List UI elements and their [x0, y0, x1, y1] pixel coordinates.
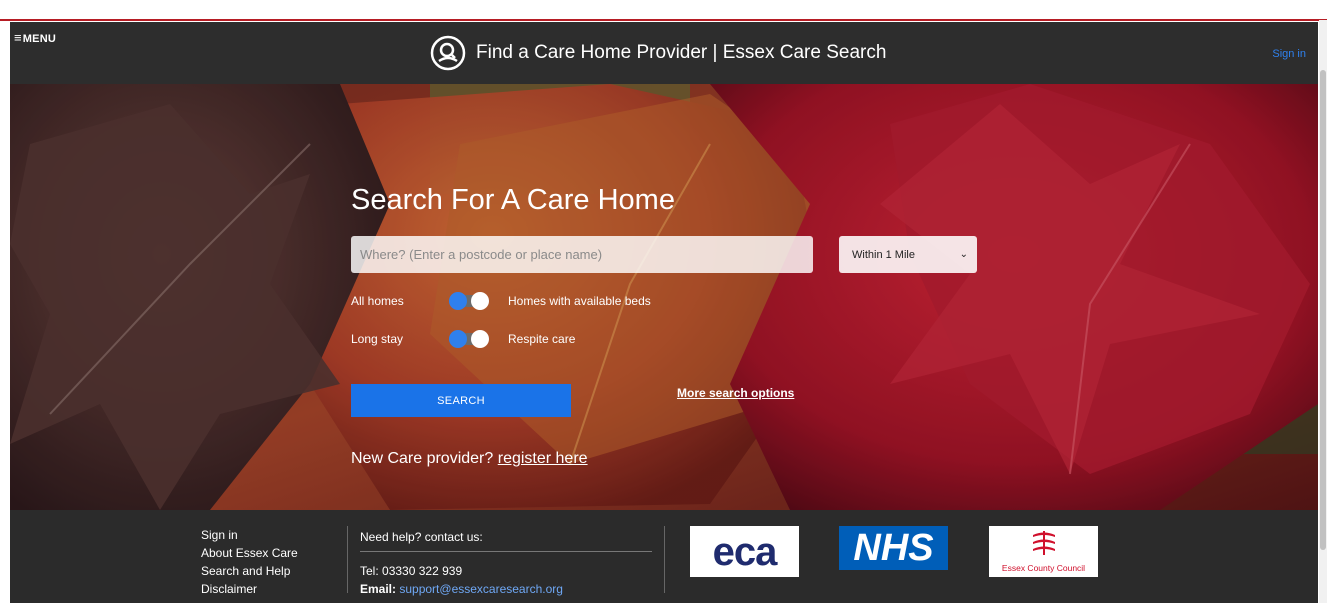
nhs-logo[interactable]: NHS: [839, 526, 948, 570]
respite-care-label: Respite care: [508, 332, 576, 346]
toggle-knob-left: [449, 292, 467, 310]
toggle-knob-right: [471, 330, 489, 348]
email-label: Email:: [360, 582, 397, 596]
page: ≡MENU Find a Care Home Provider | Essex …: [10, 22, 1318, 603]
top-bar: ≡MENU Find a Care Home Provider | Essex …: [10, 22, 1318, 84]
site-title: Find a Care Home Provider | Essex Care S…: [476, 42, 887, 63]
eca-logo-text: eca: [712, 529, 778, 574]
all-homes-label: All homes: [351, 294, 404, 308]
hamburger-icon: ≡: [14, 30, 22, 45]
radius-selected-value: Within 1 Mile: [852, 248, 915, 261]
new-provider-text: New Care provider?: [351, 450, 494, 467]
footer-divider: [664, 526, 665, 593]
browser-strip: [0, 0, 1327, 21]
site-brand[interactable]: Find a Care Home Provider | Essex Care S…: [430, 35, 886, 71]
new-provider-prompt: New Care provider? register here: [351, 450, 588, 468]
register-link[interactable]: register here: [498, 450, 588, 467]
nhs-logo-text: NHS: [853, 527, 934, 569]
more-search-options-link[interactable]: More search options: [677, 386, 794, 400]
footer-link-search-help[interactable]: Search and Help: [201, 562, 298, 580]
search-button[interactable]: SEARCH: [351, 384, 571, 417]
long-stay-label: Long stay: [351, 332, 404, 346]
availability-toggle-row: All homes Homes with available beds: [351, 291, 651, 311]
essex-seaxes-icon: [1032, 531, 1055, 555]
menu-label: MENU: [22, 33, 56, 45]
help-heading: Need help? contact us:: [360, 530, 483, 544]
availability-toggle[interactable]: [449, 292, 489, 310]
chevron-down-icon: ⌄: [959, 249, 968, 260]
footer-link-disclaimer[interactable]: Disclaimer: [201, 580, 298, 598]
support-email-link[interactable]: support@essexcaresearch.org: [399, 582, 563, 596]
scrollbar-thumb[interactable]: [1320, 70, 1326, 550]
available-beds-label: Homes with available beds: [508, 294, 651, 308]
stay-type-toggle[interactable]: [449, 330, 489, 348]
footer-divider: [347, 526, 348, 593]
signin-link[interactable]: Sign in: [1272, 48, 1306, 60]
location-search-input[interactable]: [351, 236, 813, 273]
telephone-line: Tel: 03330 322 939: [360, 564, 462, 578]
essex-county-council-logo[interactable]: Essex County Council: [989, 526, 1098, 577]
toggle-knob-left: [449, 330, 467, 348]
stay-type-toggle-row: Long stay Respite care: [351, 329, 575, 349]
tel-label: Tel:: [360, 564, 379, 578]
eca-logo[interactable]: eca: [690, 526, 799, 577]
autumn-leaves-background: [10, 84, 1318, 510]
contact-block: Need help? contact us: Tel: 03330 322 93…: [360, 530, 652, 596]
footer: Sign in About Essex Care Search and Help…: [10, 510, 1318, 603]
toggle-knob-right: [471, 292, 489, 310]
footer-links: Sign in About Essex Care Search and Help…: [201, 526, 298, 598]
search-heading: Search For A Care Home: [351, 184, 675, 216]
menu-button[interactable]: ≡MENU: [14, 30, 56, 45]
footer-link-signin[interactable]: Sign in: [201, 526, 298, 544]
contact-divider: [360, 551, 652, 552]
tel-value: 03330 322 939: [382, 564, 463, 578]
top-accent-line: [0, 19, 1327, 21]
hero-banner: Search For A Care Home Within 1 Mile ⌄ A…: [10, 84, 1318, 510]
email-line: Email: support@essexcaresearch.org: [360, 582, 563, 596]
radius-select[interactable]: Within 1 Mile ⌄: [839, 236, 977, 273]
ecc-logo-text: Essex County Council: [1001, 563, 1086, 573]
footer-link-about[interactable]: About Essex Care: [201, 544, 298, 562]
page-scrollbar[interactable]: [1319, 20, 1327, 603]
care-home-logo-icon: [430, 35, 466, 71]
